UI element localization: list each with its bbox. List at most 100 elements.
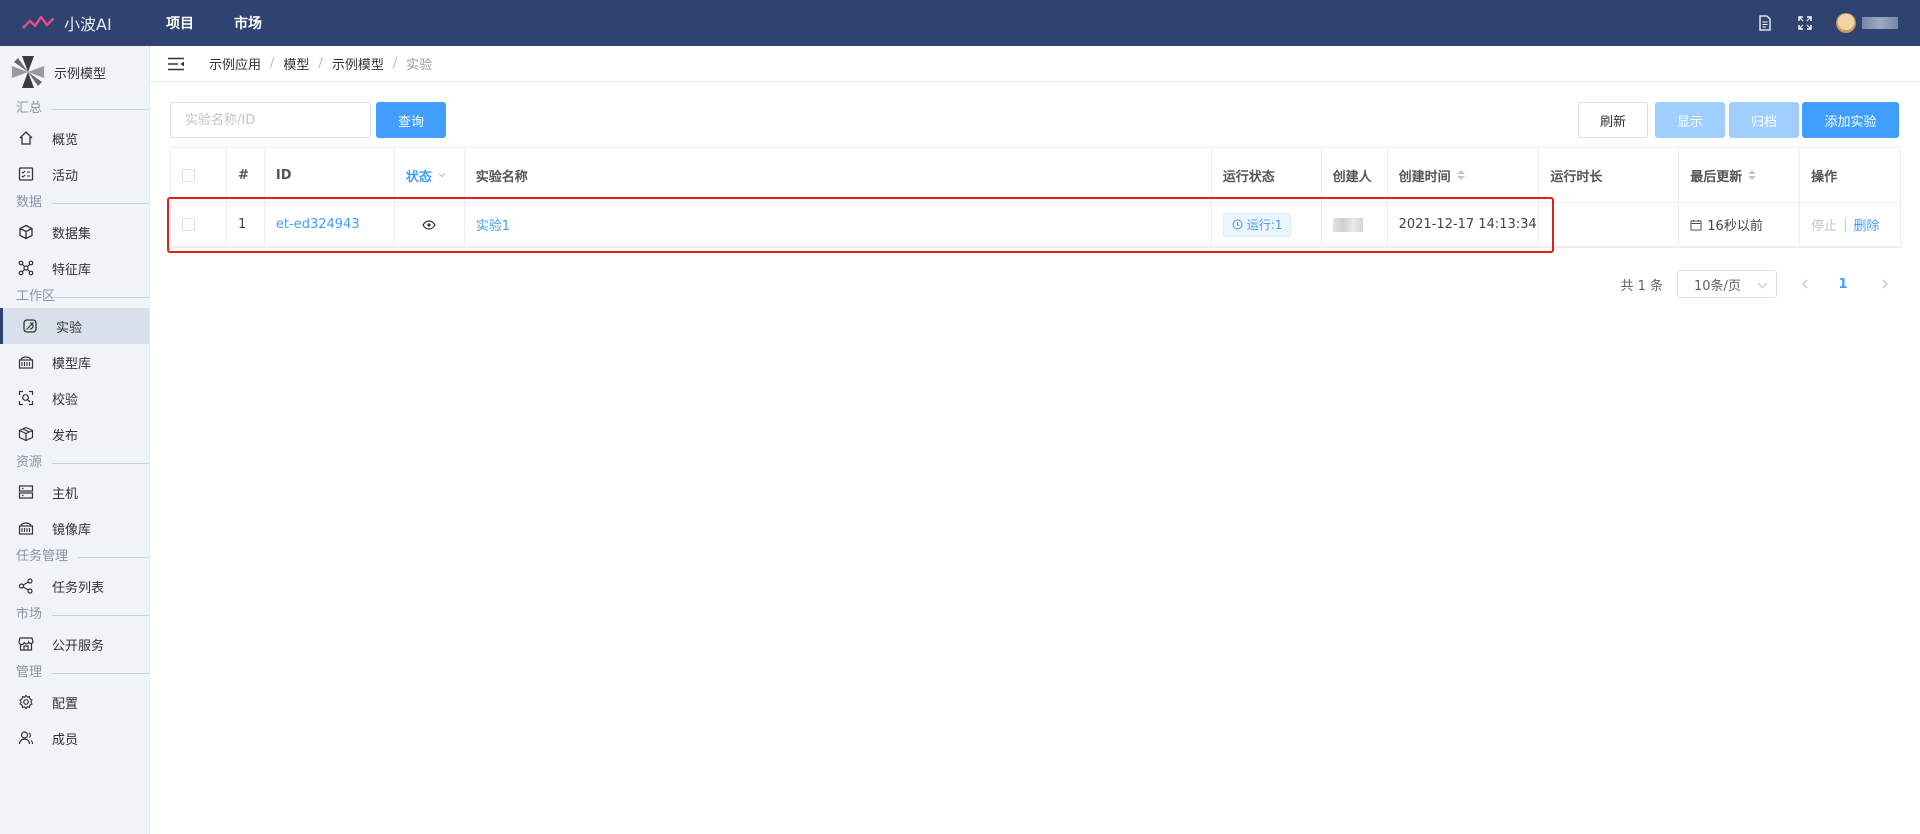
sidebar-item-overview[interactable]: 概览 — [0, 120, 149, 156]
sidebar-item-label: 成员 — [52, 732, 79, 748]
row-ops: 停止 | 删除 — [1800, 203, 1900, 246]
pagination-total: 共 1 条 — [1620, 278, 1663, 294]
row-creator — [1322, 203, 1388, 246]
archive-button[interactable]: 归档 — [1729, 102, 1799, 138]
server-icon — [18, 484, 34, 500]
select-all-checkbox[interactable] — [182, 168, 195, 182]
sidebar-item-label: 实验 — [56, 320, 83, 336]
breadcrumb: 示例应用 / 模型 / 示例模型 / 实验 — [209, 54, 432, 73]
image-library-icon — [18, 520, 34, 536]
page-number[interactable]: 1 — [1829, 270, 1857, 298]
delete-button[interactable]: 删除 — [1854, 215, 1880, 234]
model-header[interactable]: 示例模型 — [0, 46, 149, 98]
show-button[interactable]: 显示 — [1655, 102, 1725, 138]
header-ops: 操作 — [1811, 169, 1838, 185]
pagination: 共 1 条 10条/页 1 — [1620, 270, 1899, 298]
refresh-button[interactable]: 刷新 — [1578, 102, 1648, 138]
sidebar-item-label: 公开服务 — [52, 638, 105, 654]
user-menu[interactable] — [1836, 13, 1898, 33]
sidebar-item-experiments[interactable]: 实验 — [0, 308, 149, 344]
sidebar-item-datasets[interactable]: 数据集 — [0, 214, 149, 250]
run-status-tag[interactable]: 运行:1 — [1222, 212, 1292, 237]
sidebar-item-inspect[interactable]: 校验 — [0, 380, 149, 416]
breadcrumb-bar: 示例应用 / 模型 / 示例模型 / 实验 — [151, 46, 1920, 82]
model-name: 示例模型 — [54, 66, 107, 82]
sidebar-item-features[interactable]: 特征库 — [0, 250, 149, 286]
row-duration — [1539, 203, 1680, 246]
sort-icon — [1456, 169, 1465, 181]
query-button[interactable]: 查询 — [376, 102, 446, 138]
breadcrumb-separator: / — [392, 56, 398, 71]
section-market: 市场 — [0, 604, 149, 626]
chevron-down-icon — [1757, 278, 1768, 289]
row-created-at: 2021-12-17 14:13:34 — [1388, 203, 1540, 246]
top-bar: 小波AI 项目 市场 — [0, 0, 1920, 46]
sidebar-item-activity[interactable]: 活动 — [0, 156, 149, 192]
menu-collapse-icon[interactable] — [167, 57, 185, 71]
fullscreen-icon[interactable] — [1796, 14, 1814, 32]
add-experiment-button[interactable]: 添加实验 — [1802, 102, 1899, 138]
row-checkbox[interactable] — [182, 218, 195, 231]
nav-projects[interactable]: 项目 — [146, 13, 214, 33]
dataset-cube-icon — [18, 224, 34, 240]
nav-market[interactable]: 市场 — [214, 13, 282, 33]
main-content: 示例应用 / 模型 / 示例模型 / 实验 查询 刷新 显示 归档 添加实验 #… — [151, 46, 1920, 834]
search-input[interactable] — [170, 102, 371, 138]
sidebar-item-label: 特征库 — [52, 262, 92, 278]
stop-button[interactable]: 停止 — [1811, 215, 1837, 234]
sidebar-item-hosts[interactable]: 主机 — [0, 474, 149, 510]
sidebar-item-members[interactable]: 成员 — [0, 720, 149, 756]
header-status[interactable]: 状态 — [395, 148, 465, 202]
store-icon — [18, 636, 34, 652]
header-created-at-label: 创建时间 — [1398, 169, 1451, 185]
prev-page-button[interactable] — [1791, 270, 1819, 298]
sidebar-item-image-library[interactable]: 镜像库 — [0, 510, 149, 546]
header-updated[interactable]: 最后更新 — [1679, 148, 1801, 202]
sidebar-item-label: 概览 — [52, 132, 79, 148]
next-page-button[interactable] — [1871, 270, 1899, 298]
sidebar-item-publish[interactable]: 发布 — [0, 416, 149, 452]
sidebar-item-settings[interactable]: 配置 — [0, 684, 149, 720]
section-task-management: 任务管理 — [0, 546, 149, 568]
header-select — [171, 148, 227, 202]
sidebar-item-label: 数据集 — [52, 226, 92, 242]
logo-wave-icon — [22, 15, 55, 29]
breadcrumb-app[interactable]: 示例应用 — [209, 54, 261, 73]
sidebar-item-label: 主机 — [52, 486, 79, 502]
sidebar-item-task-list[interactable]: 任务列表 — [0, 568, 149, 604]
header-name: 实验名称 — [465, 148, 1212, 202]
document-icon[interactable] — [1756, 14, 1774, 32]
section-workspace: 工作区 — [0, 286, 149, 308]
clock-icon — [1232, 219, 1243, 230]
header-duration: 运行时长 — [1539, 148, 1680, 202]
app-name: 小波AI — [64, 15, 112, 34]
run-status-label: 运行:1 — [1246, 218, 1283, 232]
eye-icon[interactable] — [422, 219, 436, 230]
row-name-link[interactable]: 实验1 — [465, 203, 1212, 246]
sidebar-item-model-library[interactable]: 模型库 — [0, 344, 149, 380]
section-data: 数据 — [0, 192, 149, 214]
feature-graph-icon — [18, 260, 34, 276]
section-admin: 管理 — [0, 662, 149, 684]
sidebar-item-label: 配置 — [52, 696, 79, 712]
row-index: 1 — [227, 203, 265, 246]
user-name-blurred — [1862, 17, 1898, 29]
sidebar-item-label: 任务列表 — [52, 580, 105, 596]
sidebar-item-label: 校验 — [52, 392, 79, 408]
sidebar-item-public-services[interactable]: 公开服务 — [0, 626, 149, 662]
chevron-left-icon — [1802, 279, 1808, 289]
breadcrumb-model[interactable]: 示例模型 — [332, 54, 384, 73]
sidebar-item-label: 活动 — [52, 168, 79, 184]
row-updated: 16秒以前 — [1679, 203, 1801, 246]
filter-chevron-icon — [438, 173, 446, 178]
page-size-select[interactable]: 10条/页 — [1677, 270, 1777, 298]
breadcrumb-models[interactable]: 模型 — [283, 54, 309, 73]
sidebar: 示例模型 汇总 概览 活动 数据 数据集 特征库 工作区 实验 模型库 校验 发… — [0, 46, 150, 834]
table-row[interactable]: 1 et-ed324943 实验1 运行:1 2021-12-17 14:13:… — [171, 203, 1900, 247]
header-created-at[interactable]: 创建时间 — [1388, 148, 1540, 202]
app-logo[interactable]: 小波AI — [0, 11, 132, 35]
sidebar-item-label: 发布 — [52, 428, 79, 444]
section-summary: 汇总 — [0, 98, 149, 120]
row-id-link[interactable]: et-ed324943 — [265, 203, 395, 246]
breadcrumb-separator: / — [270, 56, 275, 71]
